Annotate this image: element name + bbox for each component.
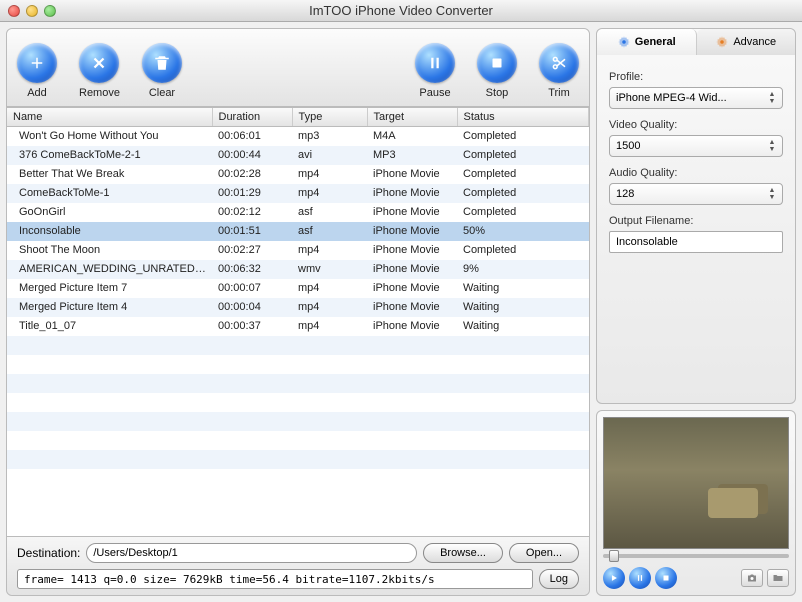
scissors-icon xyxy=(550,54,568,72)
main-panel: Add Remove Clear Pause xyxy=(6,28,590,596)
table-row[interactable]: Better That We Break00:02:28mp4iPhone Mo… xyxy=(7,165,589,184)
preview-play-button[interactable] xyxy=(603,567,625,589)
file-table[interactable]: Name Duration Type Target Status Won't G… xyxy=(7,107,589,537)
preview-pause-button[interactable] xyxy=(629,567,651,589)
trim-button[interactable]: Trim xyxy=(539,43,579,99)
table-row[interactable]: AMERICAN_WEDDING_UNRATED_16:00:06:32wmvi… xyxy=(7,260,589,279)
pause-icon xyxy=(635,573,645,583)
destination-input[interactable] xyxy=(86,543,417,563)
add-button[interactable]: Add xyxy=(17,43,57,99)
table-row[interactable] xyxy=(7,393,589,412)
stop-icon xyxy=(661,573,671,583)
preview-seek-slider[interactable] xyxy=(603,549,789,563)
tab-advance[interactable]: Advance xyxy=(697,29,796,55)
preview-video[interactable] xyxy=(603,417,789,549)
log-text: frame= 1413 q=0.0 size= 7629kB time=56.4… xyxy=(17,569,533,589)
col-type[interactable]: Type xyxy=(292,108,367,127)
clear-button[interactable]: Clear xyxy=(142,43,182,99)
settings-panel: General Advance Profile: iPhone MPEG-4 W… xyxy=(596,28,796,404)
table-row[interactable]: Inconsolable00:01:51asfiPhone Movie50% xyxy=(7,222,589,241)
table-row[interactable] xyxy=(7,412,589,431)
snapshot-button[interactable] xyxy=(741,569,763,587)
video-quality-select[interactable]: 1500▲▼ xyxy=(609,135,783,157)
x-icon xyxy=(90,54,108,72)
table-row[interactable] xyxy=(7,355,589,374)
preview-panel xyxy=(596,410,796,596)
remove-button[interactable]: Remove xyxy=(79,43,120,99)
play-icon xyxy=(609,573,619,583)
table-row[interactable]: GoOnGirl00:02:12asfiPhone MovieCompleted xyxy=(7,203,589,222)
output-filename-label: Output Filename: xyxy=(609,215,783,227)
preview-stop-button[interactable] xyxy=(655,567,677,589)
video-quality-label: Video Quality: xyxy=(609,119,783,131)
toolbar: Add Remove Clear Pause xyxy=(7,29,589,107)
col-name[interactable]: Name xyxy=(7,108,212,127)
profile-select[interactable]: iPhone MPEG-4 Wid...▲▼ xyxy=(609,87,783,109)
table-row[interactable]: Merged Picture Item 400:00:04mp4iPhone M… xyxy=(7,298,589,317)
stop-button[interactable]: Stop xyxy=(477,43,517,99)
table-row[interactable]: Merged Picture Item 700:00:07mp4iPhone M… xyxy=(7,279,589,298)
pause-button[interactable]: Pause xyxy=(415,43,455,99)
stop-icon xyxy=(488,54,506,72)
profile-label: Profile: xyxy=(609,71,783,83)
table-row[interactable] xyxy=(7,431,589,450)
pause-icon xyxy=(426,54,444,72)
table-row[interactable]: Shoot The Moon00:02:27mp4iPhone MovieCom… xyxy=(7,241,589,260)
plus-icon xyxy=(28,54,46,72)
titlebar: ImTOO iPhone Video Converter xyxy=(0,0,802,22)
gear-color-icon xyxy=(715,35,729,49)
table-row[interactable]: 376 ComeBackToMe-2-100:00:44aviMP3Comple… xyxy=(7,146,589,165)
table-row[interactable]: ComeBackToMe-100:01:29mp4iPhone MovieCom… xyxy=(7,184,589,203)
folder-icon xyxy=(772,572,784,584)
table-row[interactable] xyxy=(7,374,589,393)
table-row[interactable] xyxy=(7,450,589,469)
destination-label: Destination: xyxy=(17,546,80,560)
audio-quality-label: Audio Quality: xyxy=(609,167,783,179)
col-duration[interactable]: Duration xyxy=(212,108,292,127)
table-row[interactable]: Title_01_0700:00:37mp4iPhone MovieWaitin… xyxy=(7,317,589,336)
camera-icon xyxy=(746,572,758,584)
log-button[interactable]: Log xyxy=(539,569,579,589)
table-row[interactable]: Won't Go Home Without You00:06:01mp3M4AC… xyxy=(7,127,589,146)
browse-button[interactable]: Browse... xyxy=(423,543,503,563)
folder-button[interactable] xyxy=(767,569,789,587)
gear-icon xyxy=(617,35,631,49)
trash-icon xyxy=(153,54,171,72)
col-status[interactable]: Status xyxy=(457,108,589,127)
audio-quality-select[interactable]: 128▲▼ xyxy=(609,183,783,205)
col-target[interactable]: Target xyxy=(367,108,457,127)
table-row[interactable] xyxy=(7,336,589,355)
window-title: ImTOO iPhone Video Converter xyxy=(8,3,794,18)
table-row[interactable] xyxy=(7,469,589,488)
output-filename-input[interactable] xyxy=(609,231,783,253)
tab-general[interactable]: General xyxy=(597,29,697,55)
open-button[interactable]: Open... xyxy=(509,543,579,563)
